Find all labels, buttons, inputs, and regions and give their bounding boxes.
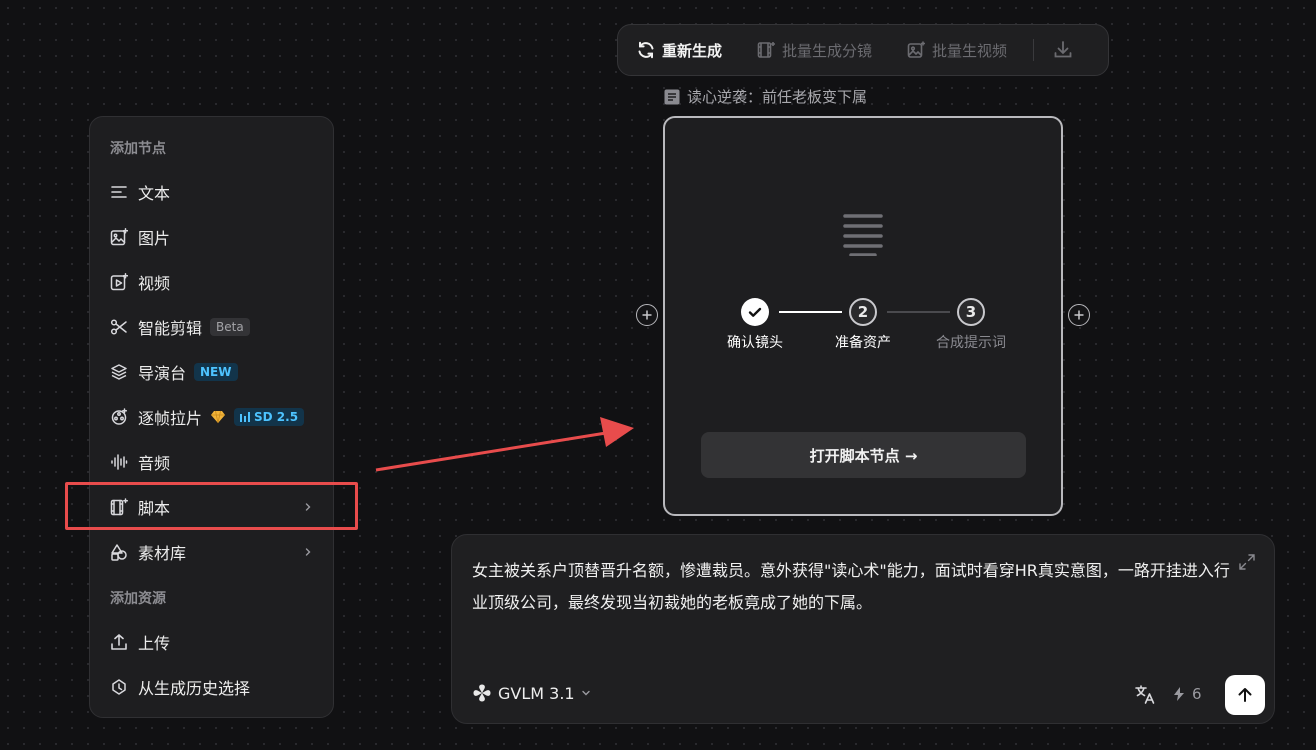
batch-storyboard-label: 批量生成分镜 — [782, 41, 873, 60]
menu-item-label: 上传 — [138, 634, 171, 653]
translate-icon[interactable] — [1134, 683, 1156, 705]
section-add-node: 添加节点 — [110, 141, 166, 157]
menu-item-label: 从生成历史选择 — [138, 679, 251, 698]
scissors-icon — [110, 319, 127, 335]
prompt-panel[interactable]: 女主被关系户顶替晋升名额，惨遭裁员。意外获得"读心术"能力，面试时看穿HR真实意… — [451, 534, 1275, 724]
section-add-resource: 添加资源 — [110, 591, 166, 607]
chevron-right-icon — [305, 548, 311, 556]
image-sparkle-icon — [110, 228, 128, 246]
menu-item-asset-library[interactable]: 素材库 — [110, 537, 315, 567]
menu-item-label: 逐帧拉片 — [138, 409, 203, 428]
diamond-icon — [211, 410, 226, 424]
menu-item-history[interactable]: 从生成历史选择 — [110, 672, 315, 702]
bar-chart-icon — [240, 412, 251, 422]
video-sparkle-icon — [110, 273, 128, 291]
new-badge: NEW — [194, 363, 238, 381]
top-toolbar: 重新生成 批量生成分镜 批量生视频 — [617, 24, 1109, 76]
sd-version-badge: SD 2.5 — [234, 408, 305, 426]
step-1-label: 确认镜头 — [727, 335, 783, 351]
add-right-connector[interactable] — [1068, 304, 1090, 326]
progress-steps: 2 3 确认镜头 准备资产 合成提示词 — [725, 298, 1006, 358]
regenerate-button[interactable]: 重新生成 — [636, 40, 722, 61]
step-3-number: 3 — [957, 298, 985, 326]
audio-wave-icon — [111, 454, 128, 470]
menu-item-label: 导演台 — [138, 364, 187, 383]
toolbar-divider — [1033, 39, 1035, 61]
sd-version-label: SD 2.5 — [254, 410, 299, 424]
film-reel-icon — [111, 408, 128, 425]
highlight-box — [65, 482, 358, 530]
step-2-number: 2 — [849, 298, 877, 326]
menu-item-label: 智能剪辑 — [138, 319, 203, 338]
menu-item-label: 素材库 — [138, 544, 187, 563]
text-lines-icon — [111, 186, 127, 198]
regenerate-label: 重新生成 — [662, 41, 723, 60]
step-connector-1 — [779, 311, 842, 313]
menu-item-image[interactable]: 图片 — [110, 222, 315, 252]
layers-icon — [111, 364, 127, 380]
menu-item-upload[interactable]: 上传 — [110, 627, 315, 657]
step-connector-2 — [887, 311, 950, 313]
open-script-node-button[interactable]: 打开脚本节点 → — [701, 432, 1026, 478]
menu-item-director[interactable]: 导演台 NEW — [110, 357, 315, 387]
expand-icon[interactable] — [1238, 553, 1256, 571]
node-title-text: 读心逆袭：前任老板变下属 — [687, 88, 868, 106]
refresh-icon — [638, 41, 654, 59]
menu-item-audio[interactable]: 音频 — [110, 447, 315, 477]
send-button[interactable] — [1225, 675, 1265, 715]
menu-item-frame-analysis[interactable]: 逐帧拉片 SD 2.5 — [110, 402, 315, 432]
arrow-up-icon — [1238, 688, 1252, 702]
model-logo-icon — [473, 684, 491, 702]
batch-video-button[interactable]: 批量生视频 — [906, 40, 1007, 61]
lightning-icon — [1174, 687, 1184, 701]
menu-item-label: 音频 — [138, 454, 171, 473]
model-name: GVLM 3.1 — [498, 683, 575, 703]
script-lines-icon — [843, 214, 883, 256]
credits-count: 6 — [1192, 685, 1202, 703]
batch-storyboard-button[interactable]: 批量生成分镜 — [756, 40, 872, 61]
history-icon — [112, 679, 126, 695]
menu-item-label: 视频 — [138, 274, 171, 293]
step-2-label: 准备资产 — [835, 335, 891, 351]
node-title: 读心逆袭：前任老板变下属 — [663, 86, 867, 107]
download-icon — [1054, 41, 1072, 58]
storyboard-icon — [757, 42, 776, 58]
menu-item-label: 文本 — [138, 184, 171, 203]
prompt-textarea[interactable]: 女主被关系户顶替晋升名额，惨遭裁员。意外获得"读心术"能力，面试时看穿HR真实意… — [472, 555, 1242, 619]
assets-icon — [111, 544, 127, 561]
document-icon — [664, 89, 680, 104]
check-icon — [748, 307, 762, 317]
chevron-down-icon — [581, 690, 590, 696]
image-video-icon — [907, 41, 926, 58]
credits-display: 6 — [1174, 685, 1202, 703]
download-button[interactable] — [1052, 39, 1074, 61]
plus-icon — [1074, 310, 1084, 320]
add-node-menu: 添加节点 文本 图片 视频 智能剪辑 Beta 导演台 NEW 逐帧拉片 SD … — [89, 116, 334, 718]
menu-item-video[interactable]: 视频 — [110, 267, 315, 297]
plus-icon — [642, 310, 652, 320]
menu-item-smart-edit[interactable]: 智能剪辑 Beta — [110, 312, 315, 342]
script-node-card[interactable]: 2 3 确认镜头 准备资产 合成提示词 打开脚本节点 → — [663, 116, 1063, 516]
step-3-label: 合成提示词 — [936, 335, 1006, 351]
menu-item-text[interactable]: 文本 — [110, 177, 315, 207]
upload-icon — [111, 634, 127, 650]
add-left-connector[interactable] — [636, 304, 658, 326]
step-1-check — [741, 298, 769, 326]
beta-badge: Beta — [210, 318, 250, 336]
batch-video-label: 批量生视频 — [932, 41, 1008, 60]
model-selector[interactable]: GVLM 3.1 — [472, 683, 591, 703]
menu-item-label: 图片 — [138, 229, 171, 248]
